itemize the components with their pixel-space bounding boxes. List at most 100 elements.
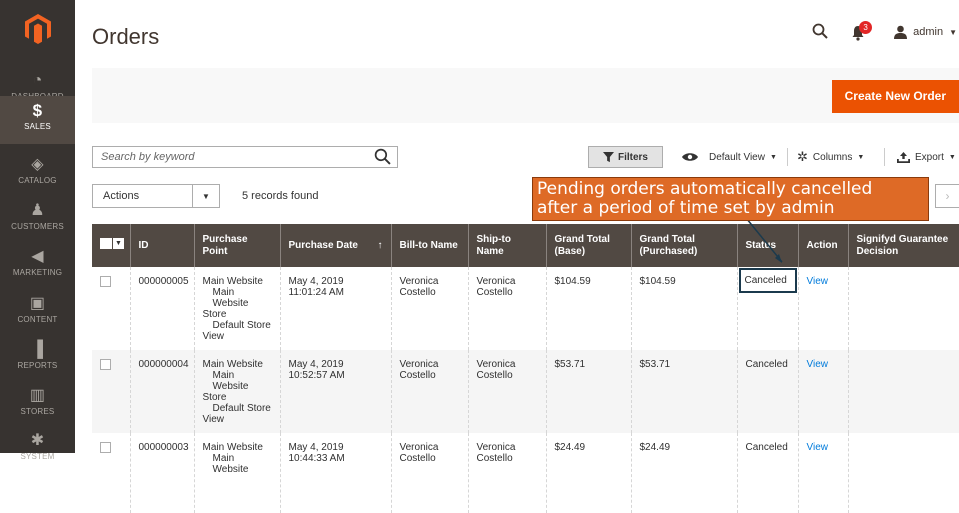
toolbar-divider — [787, 148, 788, 166]
column-header-id[interactable]: ID — [129, 224, 194, 267]
ship-first: Veronica — [476, 442, 516, 453]
filters-label: Filters — [617, 151, 648, 163]
row-checkbox[interactable] — [100, 276, 111, 287]
ship-last: Costello — [476, 453, 513, 464]
table-header-row: ▼ ID Purchase Point Purchase Date ↑ Bill… — [92, 224, 959, 267]
purchase-date-day: May 4, 2019 — [288, 442, 344, 453]
purchase-date-day: May 4, 2019 — [288, 359, 344, 370]
dashboard-icon: ◔ — [32, 72, 43, 89]
search-icon — [374, 148, 391, 165]
select-all-checkbox[interactable] — [100, 238, 112, 249]
mass-actions-label: Actions — [103, 190, 140, 202]
columns-label: Columns — [812, 151, 853, 163]
purchase-point: Main Website Main Website — [193, 433, 280, 513]
column-header-status[interactable]: Status — [736, 224, 798, 267]
ship-to-name: Veronica Costello — [467, 350, 546, 433]
toolbar-divider — [884, 148, 885, 166]
create-new-order-button[interactable]: Create New Order — [831, 80, 959, 113]
column-header-grand-total-base[interactable]: Grand Total (Base) — [545, 224, 631, 267]
chevron-down-icon: ▼ — [949, 27, 957, 37]
nav-customers[interactable]: ♟ CUSTOMERS — [0, 196, 75, 244]
pp-view: Default Store — [212, 320, 271, 331]
bill-last: Costello — [399, 370, 436, 381]
pp-store: Main Website — [212, 453, 249, 475]
next-page-button[interactable]: › — [935, 184, 959, 208]
callout-line-2: after a period of time set by admin — [537, 198, 835, 218]
user-menu[interactable]: admin ▼ — [894, 25, 957, 39]
page-actions-bar: Create New Order — [92, 68, 959, 123]
row-checkbox[interactable] — [100, 442, 111, 453]
gear-icon: ✲ — [797, 149, 808, 164]
purchase-date-day: May 4, 2019 — [288, 276, 344, 287]
nav-label: SALES — [24, 122, 51, 131]
table-row[interactable]: 000000003 Main Website Main Website May … — [92, 433, 959, 513]
nav-sales[interactable]: $ SALES — [0, 96, 75, 144]
chevron-down-icon: ▼ — [948, 153, 956, 161]
ship-to-name: Veronica Costello — [467, 433, 546, 513]
global-search-button[interactable] — [812, 23, 832, 42]
purchase-date-time: 11:01:24 AM — [288, 287, 344, 298]
search-submit-button[interactable] — [374, 148, 391, 168]
purchase-date: May 4, 2019 11:01:24 AM — [279, 267, 391, 350]
status-highlighted: Canceled — [738, 268, 797, 293]
nav-stores[interactable]: ▥ STORES — [0, 381, 75, 429]
nav-label: CATALOG — [18, 176, 57, 185]
signifyd-decision — [847, 350, 959, 433]
table-row[interactable]: 000000005 Main Website Main Website Stor… — [92, 267, 959, 350]
purchase-date-time: 10:44:33 AM — [288, 453, 345, 464]
funnel-icon — [602, 151, 614, 162]
status-cell: Canceled — [736, 267, 798, 350]
column-header-signifyd-decision[interactable]: Signifyd Guarantee Decision — [847, 224, 959, 267]
column-header-purchase-date[interactable]: Purchase Date ↑ — [279, 224, 391, 267]
chevron-right-icon: › — [945, 189, 950, 203]
nav-marketing[interactable]: ◀ MARKETING — [0, 242, 75, 290]
nav-catalog[interactable]: ◈ CATALOG — [0, 150, 75, 198]
filters-button[interactable]: Filters — [588, 146, 663, 168]
mass-select-header[interactable]: ▼ — [92, 224, 130, 267]
column-header-grand-total-purchased[interactable]: Grand Total (Purchased) — [630, 224, 737, 267]
status-cell: Canceled — [736, 433, 798, 513]
pp-store-suffix: Store — [202, 309, 227, 320]
mass-actions-select[interactable]: Actions ▼ — [92, 184, 220, 208]
column-header-ship-to-name[interactable]: Ship-to Name — [467, 224, 546, 267]
global-actions: 3 admin ▼ — [812, 21, 959, 42]
view-dropdown[interactable]: Default View ▼ — [682, 146, 777, 168]
purchase-point: Main Website Main Website Store Default … — [193, 350, 280, 433]
magento-logo[interactable] — [0, 0, 75, 58]
gear-icon: ✱ — [30, 432, 45, 449]
page-title: Orders — [92, 24, 160, 49]
row-checkbox[interactable] — [100, 359, 111, 370]
column-header-label: Purchase Date — [288, 239, 358, 251]
ship-last: Costello — [476, 287, 513, 298]
notifications-badge: 3 — [859, 21, 873, 34]
ship-first: Veronica — [476, 276, 516, 287]
grand-total-base: $24.49 — [545, 433, 631, 513]
nav-system[interactable]: ✱ SYSTEM — [0, 426, 75, 474]
view-order-link[interactable]: View — [807, 442, 829, 453]
eye-icon — [682, 153, 698, 161]
search-icon — [812, 23, 828, 39]
bill-first: Veronica — [399, 276, 439, 287]
view-order-link[interactable]: View — [807, 359, 829, 370]
search-input[interactable]: Search by keyword — [92, 146, 398, 168]
nav-reports[interactable]: ▐ REPORTS — [0, 335, 75, 383]
export-dropdown[interactable]: Export ▼ — [897, 146, 956, 168]
notifications-button[interactable]: 3 — [850, 21, 878, 41]
view-order-link[interactable]: View — [807, 276, 829, 287]
mass-select-control[interactable]: ▼ — [100, 238, 124, 249]
nav-label: MARKETING — [12, 268, 63, 277]
nav-content[interactable]: ▣ CONTENT — [0, 289, 75, 337]
box-icon: ◈ — [31, 156, 44, 173]
sort-ascending-icon: ↑ — [377, 239, 383, 251]
search-placeholder: Search by keyword — [101, 151, 195, 163]
signifyd-decision — [847, 433, 959, 513]
grand-total-purchased: $53.71 — [630, 350, 737, 433]
grand-total-purchased: $24.49 — [630, 433, 737, 513]
table-row[interactable]: 000000004 Main Website Main Website Stor… — [92, 350, 959, 433]
ship-first: Veronica — [476, 359, 516, 370]
grand-total-base: $104.59 — [545, 267, 631, 350]
export-label: Export — [915, 151, 944, 163]
column-header-bill-to-name[interactable]: Bill-to Name — [390, 224, 468, 267]
column-header-purchase-point[interactable]: Purchase Point — [193, 224, 280, 267]
columns-dropdown[interactable]: ✲ Columns ▼ — [797, 146, 864, 168]
